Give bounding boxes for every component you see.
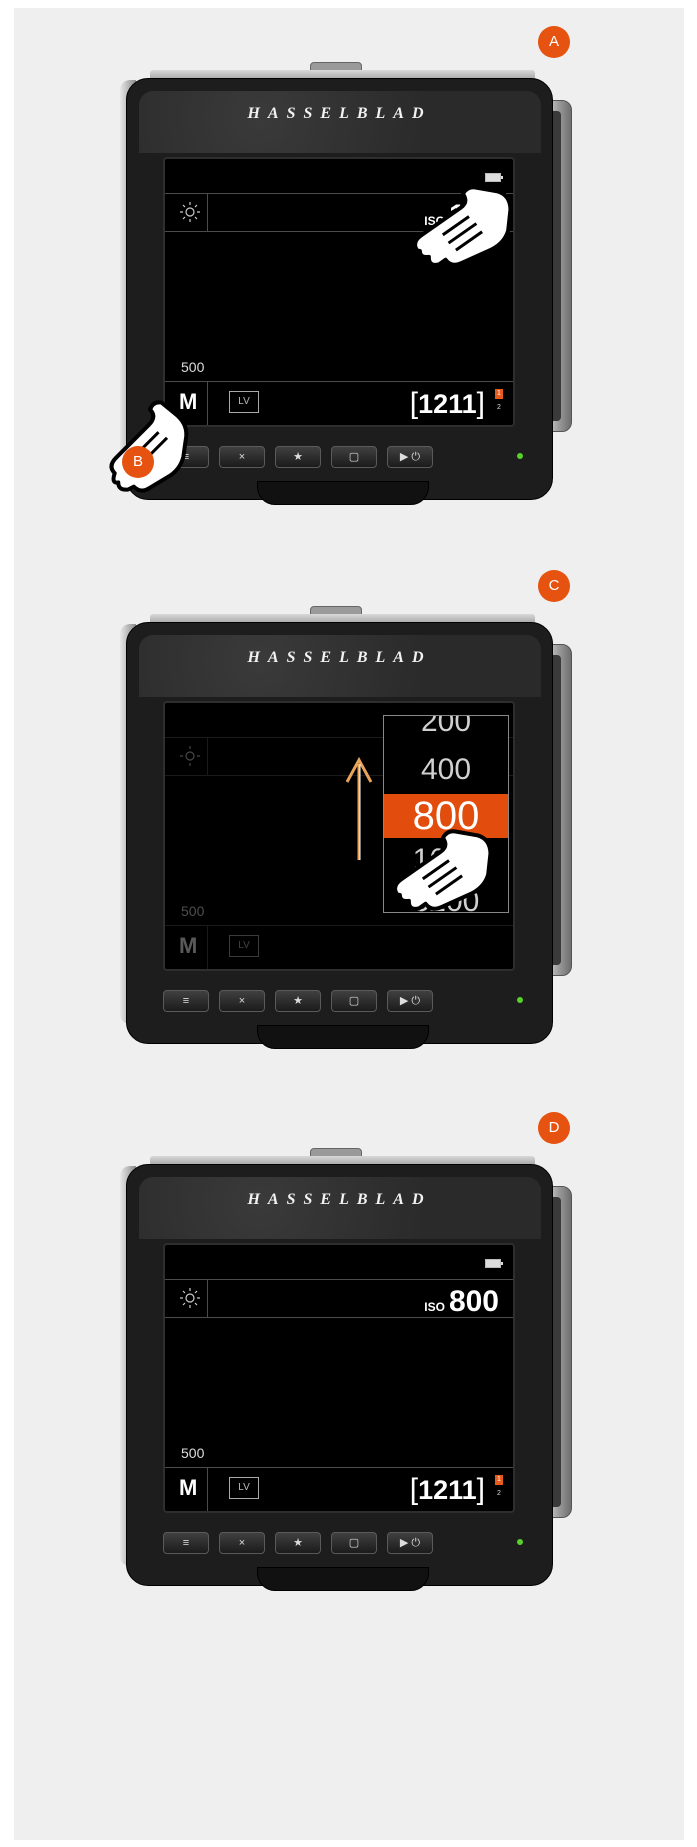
status-led bbox=[517, 997, 523, 1003]
menu-button[interactable]: ≡ bbox=[163, 1532, 209, 1554]
shutter-speed: 500 bbox=[181, 1445, 205, 1461]
iso-option[interactable]: 400 bbox=[384, 750, 508, 790]
camera-panel-d: HASSELBLAD ISO 800 500 M LV [1211] 1 2 ≡… bbox=[120, 1148, 575, 1596]
delete-button[interactable]: × bbox=[219, 446, 265, 468]
display-button[interactable]: ▢ bbox=[331, 990, 377, 1012]
iso-label: ISO bbox=[424, 1300, 445, 1314]
card-slot-1: 1 bbox=[495, 1475, 503, 1485]
brand-logo: HASSELBLAD bbox=[247, 105, 432, 122]
step-badge-b: B bbox=[122, 446, 154, 478]
sun-icon bbox=[180, 1288, 200, 1308]
iso-value: 800 bbox=[448, 1285, 499, 1318]
iso-display[interactable]: ISO 800 bbox=[424, 1285, 499, 1319]
sun-icon bbox=[180, 202, 200, 222]
card-slot-1: 1 bbox=[495, 389, 503, 399]
shot-count: [1211] bbox=[409, 387, 485, 420]
live-view-indicator: LV bbox=[229, 1477, 259, 1499]
step-badge-c: C bbox=[538, 570, 570, 602]
delete-button[interactable]: × bbox=[219, 1532, 265, 1554]
shutter-speed: 500 bbox=[181, 359, 205, 375]
bottom-grip bbox=[257, 481, 429, 505]
favourite-button[interactable]: ★ bbox=[275, 990, 321, 1012]
control-buttons: ≡ × ★ ▢ ▶ ⏻ bbox=[163, 1532, 523, 1554]
card-slot-2: 2 bbox=[497, 404, 501, 411]
delete-button[interactable]: × bbox=[219, 990, 265, 1012]
lcd-screen: ISO 800 500 M LV [1211] 1 2 bbox=[163, 1243, 515, 1513]
live-view-indicator: LV bbox=[229, 391, 259, 413]
shot-count: [1211] bbox=[409, 1473, 485, 1506]
manual-illustration: A HASSELBLAD ISO 500 M LV [1211] 1 2 ≡ ×… bbox=[0, 0, 697, 1847]
hand-pointer-icon bbox=[392, 829, 493, 911]
battery-icon bbox=[485, 1259, 503, 1268]
favourite-button[interactable]: ★ bbox=[275, 1532, 321, 1554]
swipe-up-arrow-icon bbox=[345, 756, 373, 860]
hand-pointer-icon bbox=[412, 185, 513, 267]
play-power-button[interactable]: ▶ ⏻ bbox=[387, 1532, 433, 1554]
status-led bbox=[517, 453, 523, 459]
control-buttons: ≡ × ★ ▢ ▶ ⏻ bbox=[163, 446, 523, 468]
play-power-button[interactable]: ▶ ⏻ bbox=[387, 990, 433, 1012]
display-button[interactable]: ▢ bbox=[331, 1532, 377, 1554]
exposure-mode: M bbox=[179, 1475, 198, 1500]
control-buttons: ≡ × ★ ▢ ▶ ⏻ bbox=[163, 990, 523, 1012]
brand-logo: HASSELBLAD bbox=[247, 1191, 432, 1208]
status-led bbox=[517, 1539, 523, 1545]
step-badge-a: A bbox=[538, 26, 570, 58]
card-slot-2: 2 bbox=[497, 1490, 501, 1497]
iso-option[interactable]: 200 bbox=[384, 716, 508, 742]
favourite-button[interactable]: ★ bbox=[275, 446, 321, 468]
display-button[interactable]: ▢ bbox=[331, 446, 377, 468]
menu-button[interactable]: ≡ bbox=[163, 990, 209, 1012]
camera-body: HASSELBLAD ISO 800 500 M LV [1211] 1 2 ≡… bbox=[126, 1164, 553, 1591]
brand-logo: HASSELBLAD bbox=[247, 649, 432, 666]
play-power-button[interactable]: ▶ ⏻ bbox=[387, 446, 433, 468]
step-badge-d: D bbox=[538, 1112, 570, 1144]
